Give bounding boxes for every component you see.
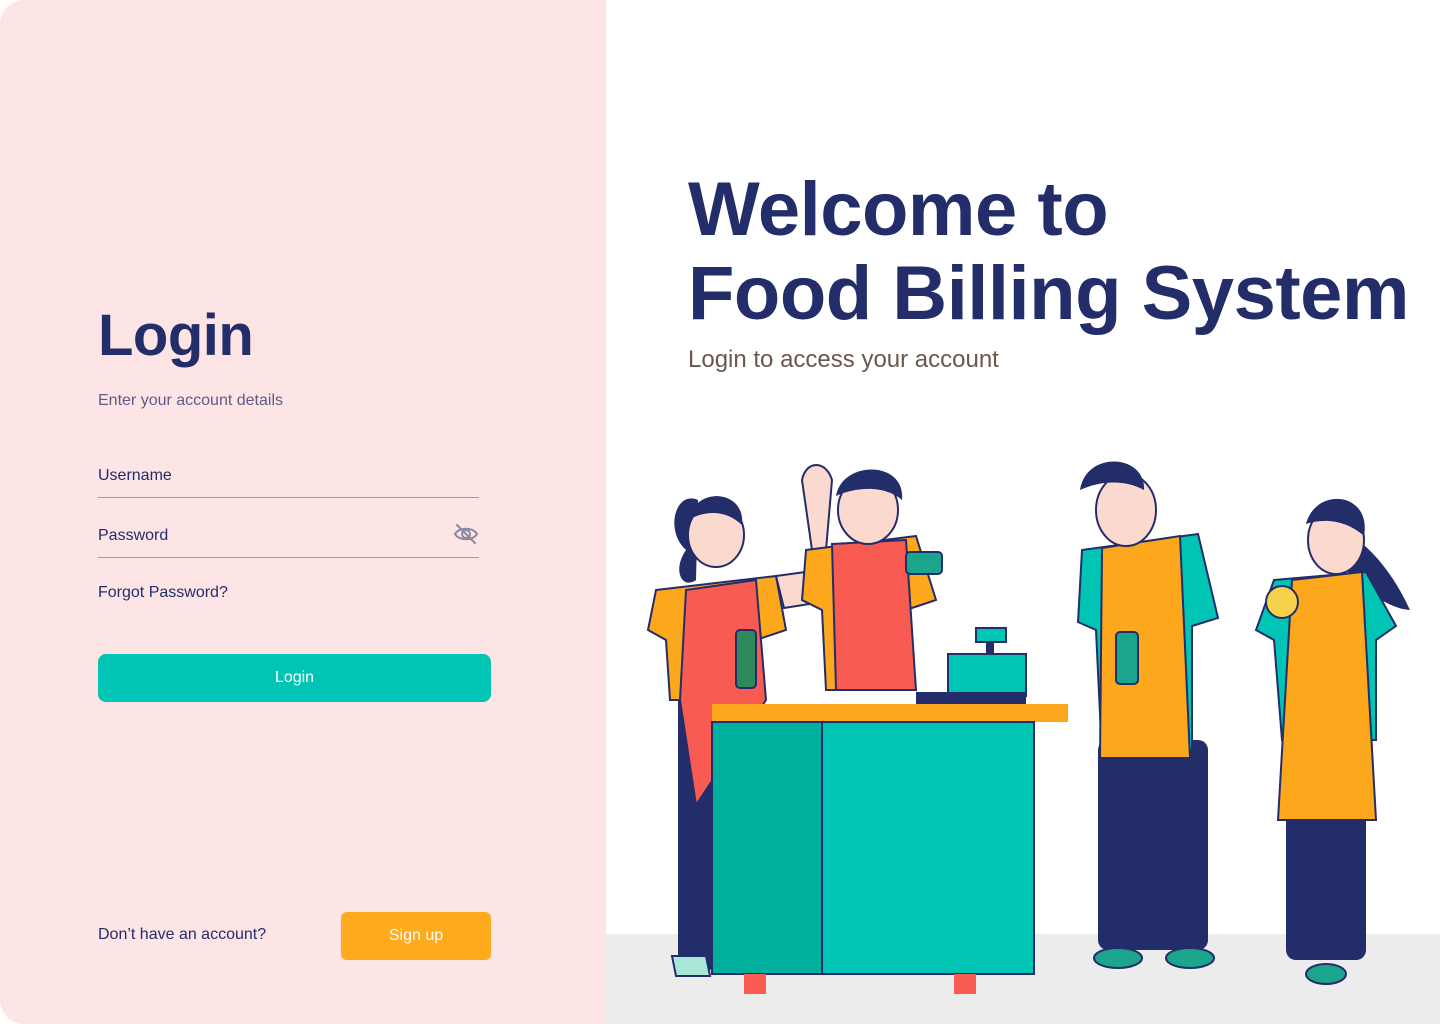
password-field-wrapper — [98, 514, 479, 558]
staff-member-4 — [1254, 498, 1410, 985]
signup-prompt: Don’t have an account? — [98, 926, 267, 943]
staff-member-2 — [800, 464, 943, 691]
welcome-subtitle: Login to access your account — [688, 346, 999, 373]
login-screen: Login Enter your account details Forgot … — [0, 0, 1440, 1024]
login-title: Login — [98, 303, 254, 368]
staff-member-3 — [1076, 461, 1220, 969]
username-field-wrapper — [98, 454, 479, 498]
cashier-staff-illustration — [606, 461, 1440, 1024]
username-input[interactable] — [98, 454, 479, 494]
welcome-title-line1: Welcome to — [688, 167, 1109, 252]
cash-register — [916, 627, 1027, 706]
eye-off-icon[interactable] — [453, 522, 479, 546]
login-button[interactable]: Login — [98, 654, 491, 702]
login-subtitle: Enter your account details — [98, 392, 283, 409]
counter — [711, 704, 1068, 994]
welcome-title-line2: Food Billing System — [688, 251, 1410, 336]
signup-button[interactable]: Sign up — [341, 912, 491, 960]
forgot-password-link[interactable]: Forgot Password? — [98, 584, 228, 602]
login-panel: Login Enter your account details Forgot … — [0, 0, 606, 1024]
password-input[interactable] — [98, 514, 479, 554]
welcome-title: Welcome to Food Billing System — [688, 167, 1410, 336]
hero-panel: Welcome to Food Billing System Login to … — [606, 0, 1440, 1024]
